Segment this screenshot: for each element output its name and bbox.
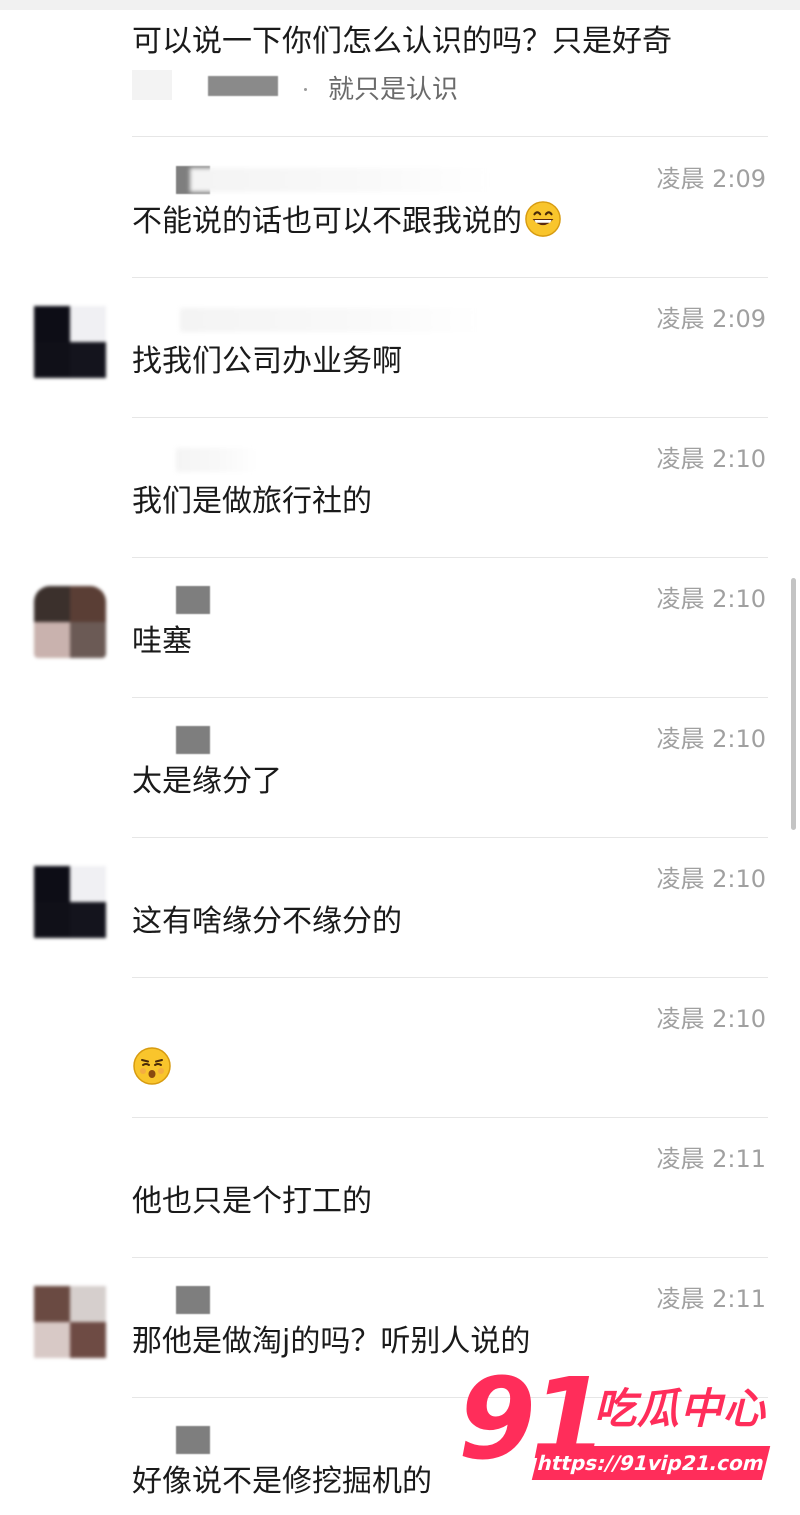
quote-sender-redaction xyxy=(208,76,278,96)
quoted-reply[interactable]: 就只是认识 xyxy=(132,68,692,112)
message-text: 好像说不是修挖掘机的 xyxy=(132,1464,432,1499)
message-time: 凌晨 2:09 xyxy=(656,165,766,193)
message-text: 他也只是个打工的 xyxy=(132,1184,372,1219)
message-text: 不能说的话也可以不跟我说的 xyxy=(132,200,562,244)
message-text-partial: 可以说一下你们怎么认识的吗？只是好奇 xyxy=(132,24,672,59)
kissing-face-sticker-icon xyxy=(133,1047,171,1085)
message-row[interactable]: 凌晨 2:10 我们是做旅行社的 xyxy=(0,418,800,558)
message-time: 凌晨 2:10 xyxy=(656,865,766,893)
message-text: 这有啥缘分不缘分的 xyxy=(132,904,402,939)
message-time: 凌晨 2:09 xyxy=(656,305,766,333)
sender-name-faint xyxy=(180,308,480,332)
message-row[interactable]: 凌晨 2:09 找我们公司办业务啊 xyxy=(0,278,800,418)
avatar[interactable] xyxy=(34,866,106,938)
message-time: 凌晨 2:11 xyxy=(656,1285,766,1313)
message-row[interactable]: 凌晨 2:10 太是缘分了 xyxy=(0,698,800,838)
message-text: 找我们公司办业务啊 xyxy=(132,344,402,379)
scrollbar[interactable] xyxy=(791,578,796,830)
quote-separator-dot xyxy=(304,88,307,91)
message-row[interactable]: 凌晨 2:10 这有啥缘分不缘分的 xyxy=(0,838,800,978)
sender-name-redaction xyxy=(176,586,210,614)
message-time: 凌晨 2:10 xyxy=(656,1005,766,1033)
message-text: 太是缘分了 xyxy=(132,764,282,799)
watermark-logo: 91 吃瓜中心 https://91vip21.com xyxy=(454,1360,784,1500)
message-text: 哇塞 xyxy=(132,624,192,659)
sender-name-redaction xyxy=(176,1426,210,1454)
message-time: 凌晨 2:10 xyxy=(656,445,766,473)
sender-name-faint xyxy=(176,448,256,472)
avatar[interactable] xyxy=(34,1286,106,1358)
quote-faint-bar xyxy=(132,70,172,100)
top-strip xyxy=(0,0,800,10)
message-time: 凌晨 2:10 xyxy=(656,725,766,753)
quote-text: 就只是认识 xyxy=(328,75,459,105)
avatar[interactable] xyxy=(34,306,106,378)
sender-name-redaction xyxy=(176,726,210,754)
message-row[interactable]: 凌晨 2:10 xyxy=(0,978,800,1118)
watermark-title: 吃瓜中心 xyxy=(594,1384,767,1433)
message-text-content: 不能说的话也可以不跟我说的 xyxy=(132,204,522,239)
watermark-url: https://91vip21.com xyxy=(531,1446,771,1480)
message-row[interactable]: 凌晨 2:11 他也只是个打工的 xyxy=(0,1118,800,1258)
message-divider xyxy=(132,136,768,137)
grinning-face-emoji-icon xyxy=(525,201,561,237)
sender-name-faint xyxy=(190,168,490,192)
message-time: 凌晨 2:10 xyxy=(656,585,766,613)
avatar[interactable] xyxy=(34,586,106,658)
message-time: 凌晨 2:11 xyxy=(656,1145,766,1173)
message-text: 我们是做旅行社的 xyxy=(132,484,372,519)
message-row[interactable]: 凌晨 2:09 不能说的话也可以不跟我说的 xyxy=(0,138,800,278)
message-row[interactable]: 凌晨 2:10 哇塞 xyxy=(0,558,800,698)
sender-name-redaction xyxy=(176,1286,210,1314)
